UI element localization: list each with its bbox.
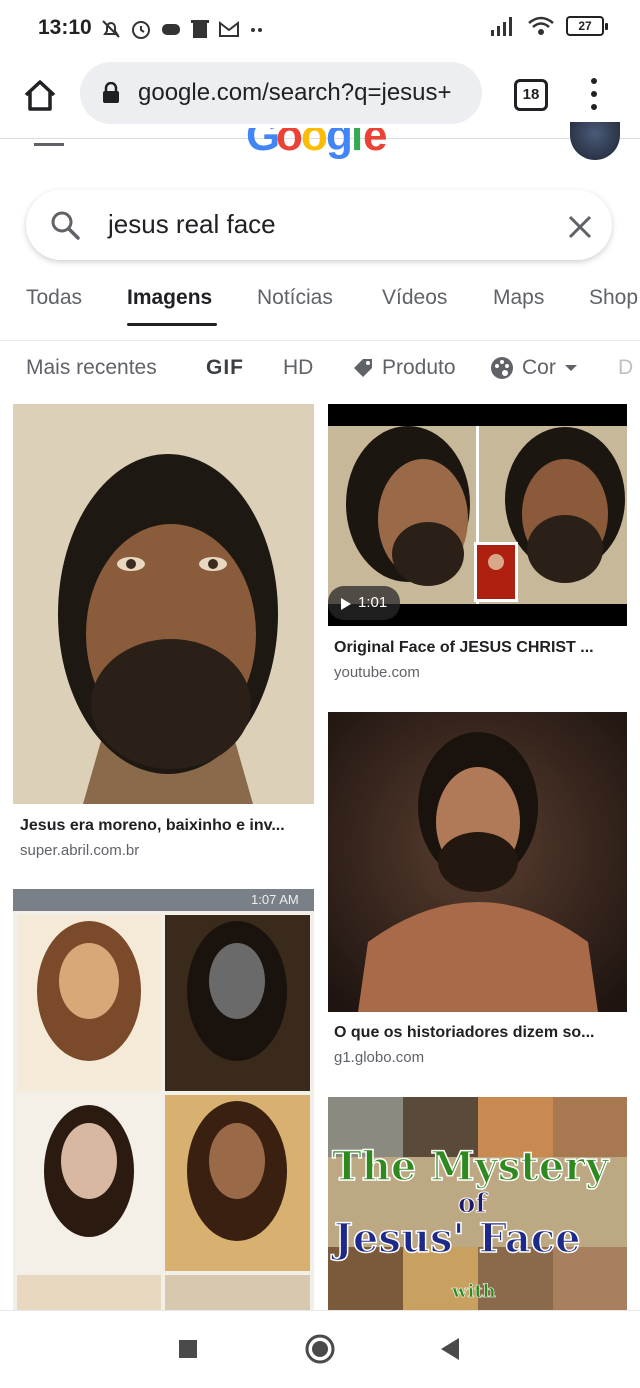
status-right: 27 — [490, 16, 608, 36]
status-time: 13:10 — [38, 16, 92, 39]
tab-videos[interactable]: Vídeos — [382, 286, 447, 310]
close-icon[interactable] — [566, 213, 594, 241]
chip-recent[interactable]: Mais recentes — [26, 356, 157, 380]
back-icon[interactable] — [440, 1337, 460, 1361]
url-bar[interactable]: google.com/search?q=jesus+ — [80, 62, 482, 124]
chip-gif-label: GIF — [206, 356, 244, 379]
search-tabs: Todas Imagens Notícias Vídeos Maps Shop — [0, 286, 640, 326]
chip-more-label: D — [618, 356, 634, 379]
active-tab-indicator — [127, 323, 217, 326]
chip-hd[interactable]: HD — [283, 356, 313, 380]
bust-image — [328, 712, 627, 1012]
recents-icon[interactable] — [178, 1339, 198, 1359]
avatar[interactable] — [570, 122, 620, 160]
svg-text:g: g — [326, 128, 353, 160]
chip-hd-label: HD — [283, 356, 314, 379]
video-thumbnail — [328, 404, 627, 626]
signal-icon — [491, 17, 512, 36]
result-image-1[interactable] — [13, 404, 314, 804]
chip-color[interactable]: Cor — [490, 356, 578, 380]
svg-text:o: o — [301, 128, 328, 160]
chip-color-label: Cor — [522, 356, 556, 379]
tabs-divider — [0, 340, 640, 341]
result-source-1[interactable]: super.abril.com.br — [20, 842, 139, 859]
tab-imagens[interactable]: Imagens — [127, 286, 212, 310]
google-logo[interactable]: G o o g l e — [246, 128, 396, 164]
chip-more[interactable]: D — [618, 356, 633, 380]
battery-icon: 27 — [566, 16, 608, 36]
result-image-3[interactable] — [328, 712, 627, 1012]
play-icon — [341, 598, 351, 610]
chevron-down-icon — [564, 365, 577, 371]
home-icon[interactable] — [20, 76, 60, 116]
search-icon[interactable] — [50, 210, 80, 240]
svg-text:l: l — [351, 128, 363, 160]
chip-product[interactable]: Produto — [352, 356, 456, 380]
result-image-4[interactable]: 1:07 AM — [13, 889, 314, 1310]
image-title-line-3: Jesus' Face — [333, 1214, 581, 1263]
home-nav-icon[interactable] — [305, 1334, 335, 1364]
overlay-time: 1:07 AM — [251, 892, 299, 907]
result-caption-3[interactable]: O que os historiadores dizem so... — [334, 1024, 624, 1042]
tab-switcher-button[interactable]: 18 — [514, 79, 548, 111]
tab-maps[interactable]: Maps — [493, 286, 544, 310]
gmail-icon — [219, 20, 239, 37]
tag-icon — [354, 359, 372, 377]
chip-gif[interactable]: GIF — [206, 356, 244, 380]
result-source-3[interactable]: g1.globo.com — [334, 1049, 424, 1066]
alarm-icon — [132, 21, 150, 39]
face-reconstruction-image — [13, 404, 314, 804]
result-caption-1[interactable]: Jesus era moreno, baixinho e inv... — [20, 817, 310, 835]
trash-icon — [191, 20, 209, 38]
image-title-line-4: with — [452, 1281, 496, 1303]
chip-product-label: Produto — [382, 356, 456, 379]
menu-icon[interactable] — [586, 78, 602, 110]
result-image-5[interactable]: The Mystery of Jesus' Face with — [328, 1097, 627, 1310]
svg-text:e: e — [363, 128, 387, 160]
result-caption-2[interactable]: Original Face of JESUS CHRIST ... — [334, 639, 624, 657]
game-icon — [162, 24, 180, 35]
lock-icon — [103, 82, 119, 103]
image-title-line-1: The Mystery — [331, 1142, 609, 1191]
mute-icon — [102, 20, 120, 38]
video-duration: 1:01 — [358, 594, 388, 611]
tab-shopping[interactable]: Shop — [589, 286, 638, 310]
result-source-2[interactable]: youtube.com — [334, 664, 420, 681]
hamburger-icon[interactable] — [34, 143, 64, 146]
status-icons — [100, 15, 266, 43]
tab-noticias[interactable]: Notícias — [257, 286, 333, 310]
url-text: google.com/search?q=jesus+ — [138, 79, 452, 106]
face-grid-image — [17, 915, 310, 1310]
wifi-icon — [528, 16, 554, 35]
palette-icon — [491, 357, 513, 379]
more-notifications-icon — [251, 28, 262, 32]
tab-todas[interactable]: Todas — [26, 286, 82, 310]
svg-text:o: o — [276, 128, 303, 160]
search-input[interactable]: jesus real face — [108, 209, 276, 240]
result-image-2[interactable]: 1:01 — [328, 404, 627, 626]
chip-recent-label: Mais recentes — [26, 356, 157, 379]
